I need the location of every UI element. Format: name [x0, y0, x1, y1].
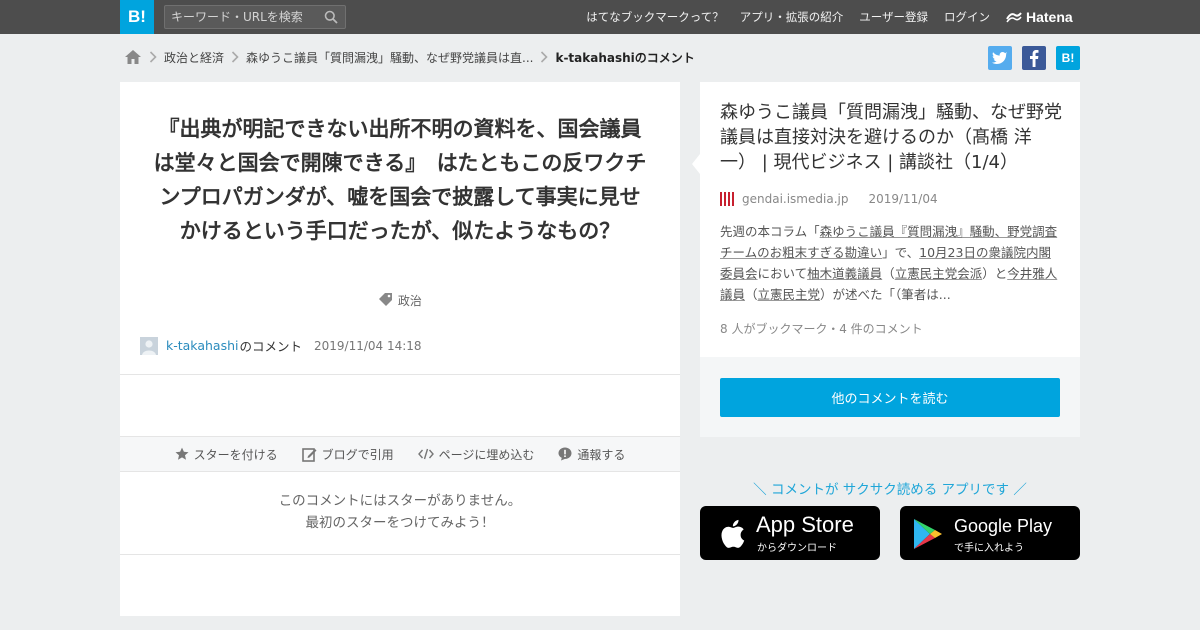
comment-datetime: 2019/11/04 14:18 [314, 338, 422, 353]
report-button[interactable]: 通報する [558, 446, 625, 463]
summary-text: 先週の本コラム「 [720, 224, 820, 239]
blog-quote-button[interactable]: ブログで引用 [301, 446, 394, 463]
comment-tag[interactable]: 政治 [120, 292, 680, 309]
breadcrumb-category[interactable]: 政治と経済 [164, 49, 224, 66]
no-star-message: このコメントにはスターがありません。 最初のスターをつけてみよう！ [120, 490, 680, 534]
report-label: 通報する [577, 447, 626, 462]
app-store-button[interactable]: App Store からダウンロード [700, 506, 880, 560]
top-nav: はてなブックマークって？ アプリ・拡張の紹介 ユーザー登録 ログイン [586, 0, 990, 34]
hatena-bookmark-logo[interactable]: B! [120, 0, 154, 34]
embed-label: ページに埋め込む [438, 447, 535, 462]
google-play-title: Google Play [954, 516, 1053, 536]
read-more-area: 他のコメントを読む [700, 357, 1080, 437]
app-store-title: App Store [756, 512, 854, 537]
comment-actions: スターを付ける ブログで引用 ページに埋め込む 通報する [120, 436, 680, 472]
comment-user-suffix: のコメント [239, 339, 302, 354]
entry-date: 2019/11/04 [868, 192, 938, 206]
twitter-icon [992, 51, 1008, 64]
comment-meta: k-takahashi のコメント 2019/11/04 14:18 [140, 336, 422, 355]
embed-button[interactable]: ページに埋め込む [417, 446, 535, 463]
comment-card: 『出典が明記できない出所不明の資料を、国会議員は堂々と国会で開陳できる』 はたと… [120, 82, 680, 616]
app-store-subtitle: からダウンロード [757, 543, 837, 554]
apple-icon [721, 519, 745, 548]
entry-stats-link[interactable]: 8 人がブックマーク・4 件のコメント [720, 320, 923, 337]
breadcrumb-current: k-takahashiのコメント [555, 50, 695, 65]
no-star-line-2: 最初のスターをつけてみよう！ [305, 515, 495, 531]
entry-site-link[interactable]: gendai.ismedia.jp [742, 192, 848, 206]
tag-label: 政治 [397, 294, 422, 308]
summary-text: （ [745, 287, 758, 302]
chevron-right-icon [533, 46, 555, 68]
summary-link[interactable]: 立憲民主党会派 [895, 266, 983, 281]
summary-link[interactable]: 柚木道義議員 [807, 266, 882, 281]
tag-icon [379, 293, 393, 306]
home-icon[interactable] [124, 49, 142, 65]
summary-text: において [757, 266, 808, 281]
comment-text: 『出典が明記できない出所不明の資料を、国会議員は堂々と国会で開陳できる』 はたと… [153, 117, 647, 243]
chevron-right-icon [224, 46, 246, 68]
nav-about-link[interactable]: はてなブックマークって？ [586, 9, 723, 25]
search-icon[interactable] [324, 10, 338, 24]
nav-register-link[interactable]: ユーザー登録 [859, 9, 928, 25]
breadcrumb-entry[interactable]: 森ゆうこ議員「質問漏洩」騒動、なぜ野党議員は直... [246, 49, 533, 66]
code-icon [417, 448, 434, 460]
google-play-subtitle: で手に入れよう [954, 543, 1024, 554]
breadcrumb: 政治と経済 森ゆうこ議員「質問漏洩」騒動、なぜ野党議員は直... k-takah… [124, 46, 695, 68]
avatar[interactable] [140, 336, 158, 355]
hatena-brand-link[interactable]: Hatena [1006, 8, 1073, 26]
read-other-comments-button[interactable]: 他のコメントを読む [720, 378, 1060, 417]
blog-quote-label: ブログで引用 [321, 447, 394, 462]
summary-text: 」で、 [882, 245, 920, 260]
hatena-brand-label: Hatena [1026, 9, 1073, 25]
search-box [164, 5, 346, 29]
nav-apps-link[interactable]: アプリ・拡張の紹介 [740, 9, 844, 25]
edit-icon [301, 447, 317, 462]
share-buttons: B! [988, 46, 1080, 70]
hatena-mark-icon [1006, 12, 1022, 23]
summary-text: ）が述べた「（筆者は... [820, 287, 951, 302]
facebook-icon [1030, 50, 1039, 67]
entry-summary: 先週の本コラム「森ゆうこ議員『質問漏洩』騒動、野党調査チームのお粗末すぎる勘違い… [720, 221, 1062, 305]
entry-card: 森ゆうこ議員「質問漏洩」騒動、なぜ野党議員は直接対決を避けるのか（髙橋 洋一） … [692, 82, 1080, 357]
no-star-line-1: このコメントにはスターがありません。 [278, 493, 522, 509]
facebook-share-button[interactable] [1022, 46, 1046, 70]
twitter-share-button[interactable] [988, 46, 1012, 70]
entry-title-link[interactable]: 森ゆうこ議員「質問漏洩」騒動、なぜ野党議員は直接対決を避けるのか（髙橋 洋一） … [720, 100, 1065, 175]
comment-username-link[interactable]: k-takahashi [166, 338, 238, 353]
summary-text: ）と [982, 266, 1008, 281]
add-star-label: スターを付ける [193, 447, 278, 462]
add-star-button[interactable]: スターを付ける [175, 446, 278, 463]
hatena-bookmark-share-button[interactable]: B! [1056, 46, 1080, 70]
report-icon [558, 447, 572, 461]
nav-login-link[interactable]: ログイン [944, 9, 990, 25]
summary-link[interactable]: 立憲民主党 [758, 287, 821, 302]
google-play-button[interactable]: Google Play で手に入れよう [900, 506, 1080, 560]
summary-text: （ [882, 266, 895, 281]
divider [120, 374, 680, 375]
chevron-right-icon [142, 46, 164, 68]
entry-source: gendai.ismedia.jp 2019/11/04 [720, 192, 938, 206]
site-favicon-icon [720, 192, 734, 206]
google-play-icon [914, 519, 942, 549]
app-promo-text: ＼ コメントが サクサク読める アプリです ／ [753, 482, 1027, 498]
star-icon [175, 447, 189, 460]
divider [120, 554, 680, 555]
card-pointer [692, 154, 700, 174]
top-bar: B! はてなブックマークって？ アプリ・拡張の紹介 ユーザー登録 ログイン Ha… [0, 0, 1200, 34]
search-input[interactable] [171, 9, 319, 25]
